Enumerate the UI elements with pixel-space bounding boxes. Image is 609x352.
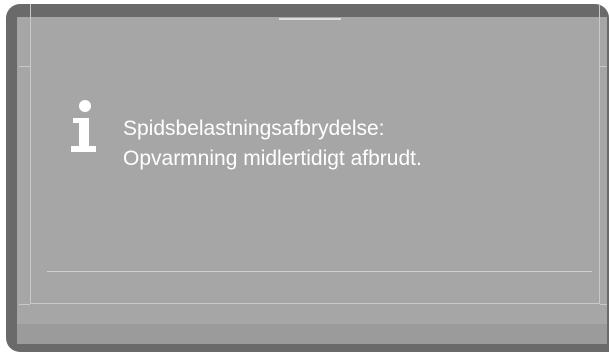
info-message: Spidsbelastningsafbrydelse: Opvarmning m… [123, 114, 422, 174]
bottom-bar [17, 324, 607, 344]
frame-tick [600, 66, 607, 67]
frame-tick [600, 304, 607, 305]
message-line-2: Opvarmning midlertidigt afbrudt. [123, 147, 422, 170]
frame-tick [19, 66, 30, 67]
frame-tick [19, 304, 30, 305]
message-line-1: Spidsbelastningsafbrydelse: [123, 117, 385, 140]
tab-indicator [279, 18, 341, 20]
display-bezel: Spidsbelastningsafbrydelse: Opvarmning m… [6, 4, 609, 352]
footer-divider [47, 271, 592, 272]
info-icon [70, 99, 100, 159]
